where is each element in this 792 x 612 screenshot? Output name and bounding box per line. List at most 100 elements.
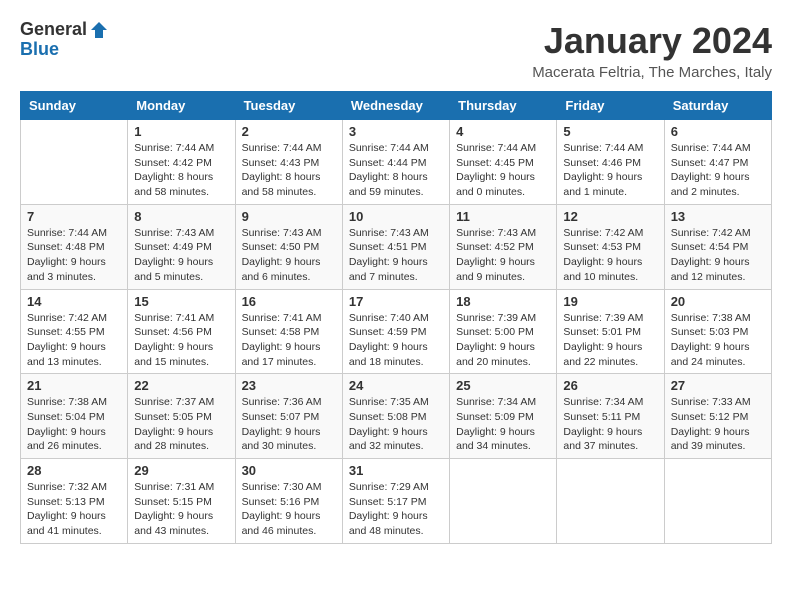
logo-text: General Blue — [20, 20, 109, 60]
day-info: Sunrise: 7:39 AMSunset: 5:01 PMDaylight:… — [563, 311, 657, 370]
day-info: Sunrise: 7:43 AMSunset: 4:52 PMDaylight:… — [456, 226, 550, 285]
day-number: 31 — [349, 463, 443, 478]
calendar-cell: 21 Sunrise: 7:38 AMSunset: 5:04 PMDayligh… — [21, 374, 128, 459]
calendar-cell: 24 Sunrise: 7:35 AMSunset: 5:08 PMDayligh… — [342, 374, 449, 459]
day-info: Sunrise: 7:43 AMSunset: 4:50 PMDaylight:… — [242, 226, 336, 285]
calendar-cell: 19 Sunrise: 7:39 AMSunset: 5:01 PMDayligh… — [557, 289, 664, 374]
logo-blue: Blue — [20, 40, 109, 60]
calendar-cell: 18 Sunrise: 7:39 AMSunset: 5:00 PMDayligh… — [450, 289, 557, 374]
calendar-cell — [664, 459, 771, 544]
calendar-cell: 1 Sunrise: 7:44 AMSunset: 4:42 PMDaylight… — [128, 120, 235, 205]
day-info: Sunrise: 7:30 AMSunset: 5:16 PMDaylight:… — [242, 480, 336, 539]
day-number: 26 — [563, 378, 657, 393]
day-info: Sunrise: 7:43 AMSunset: 4:51 PMDaylight:… — [349, 226, 443, 285]
calendar-cell — [557, 459, 664, 544]
day-number: 11 — [456, 209, 550, 224]
day-number: 18 — [456, 294, 550, 309]
calendar-cell: 12 Sunrise: 7:42 AMSunset: 4:53 PMDayligh… — [557, 204, 664, 289]
day-info: Sunrise: 7:31 AMSunset: 5:15 PMDaylight:… — [134, 480, 228, 539]
day-number: 29 — [134, 463, 228, 478]
day-info: Sunrise: 7:35 AMSunset: 5:08 PMDaylight:… — [349, 395, 443, 454]
day-info: Sunrise: 7:44 AMSunset: 4:45 PMDaylight:… — [456, 141, 550, 200]
calendar-table: SundayMondayTuesdayWednesdayThursdayFrid… — [20, 91, 772, 544]
day-info: Sunrise: 7:39 AMSunset: 5:00 PMDaylight:… — [456, 311, 550, 370]
header-wednesday: Wednesday — [342, 92, 449, 120]
title-section: January 2024 Macerata Feltria, The March… — [532, 20, 772, 81]
calendar-week-1: 7 Sunrise: 7:44 AMSunset: 4:48 PMDaylight… — [21, 204, 772, 289]
day-info: Sunrise: 7:36 AMSunset: 5:07 PMDaylight:… — [242, 395, 336, 454]
day-number: 2 — [242, 124, 336, 139]
day-number: 21 — [27, 378, 121, 393]
day-number: 15 — [134, 294, 228, 309]
day-number: 8 — [134, 209, 228, 224]
calendar-cell: 30Sunrise: 7:30 AMSunset: 5:16 PMDayligh… — [235, 459, 342, 544]
calendar-cell: 29 Sunrise: 7:31 AMSunset: 5:15 PMDayligh… — [128, 459, 235, 544]
page-header: General Blue January 2024 Macerata Feltr… — [20, 20, 772, 81]
calendar-cell: 13 Sunrise: 7:42 AMSunset: 4:54 PMDayligh… — [664, 204, 771, 289]
day-number: 20 — [671, 294, 765, 309]
calendar-week-0: 1 Sunrise: 7:44 AMSunset: 4:42 PMDaylight… — [21, 120, 772, 205]
calendar-cell — [21, 120, 128, 205]
day-number: 7 — [27, 209, 121, 224]
day-info: Sunrise: 7:44 AMSunset: 4:47 PMDaylight:… — [671, 141, 765, 200]
calendar-cell: 25 Sunrise: 7:34 AMSunset: 5:09 PMDayligh… — [450, 374, 557, 459]
day-info: Sunrise: 7:32 AMSunset: 5:13 PMDaylight:… — [27, 480, 121, 539]
logo-general: General — [20, 20, 87, 40]
calendar-cell: 2 Sunrise: 7:44 AMSunset: 4:43 PMDaylight… — [235, 120, 342, 205]
calendar-week-3: 21 Sunrise: 7:38 AMSunset: 5:04 PMDayligh… — [21, 374, 772, 459]
day-info: Sunrise: 7:38 AMSunset: 5:03 PMDaylight:… — [671, 311, 765, 370]
day-number: 6 — [671, 124, 765, 139]
calendar-cell — [450, 459, 557, 544]
day-number: 22 — [134, 378, 228, 393]
day-info: Sunrise: 7:42 AMSunset: 4:54 PMDaylight:… — [671, 226, 765, 285]
calendar-cell: 3 Sunrise: 7:44 AMSunset: 4:44 PMDaylight… — [342, 120, 449, 205]
day-number: 27 — [671, 378, 765, 393]
calendar-cell: 31 Sunrise: 7:29 AMSunset: 5:17 PMDayligh… — [342, 459, 449, 544]
day-info: Sunrise: 7:34 AMSunset: 5:11 PMDaylight:… — [563, 395, 657, 454]
day-number: 3 — [349, 124, 443, 139]
day-number: 13 — [671, 209, 765, 224]
day-info: Sunrise: 7:44 AMSunset: 4:44 PMDaylight:… — [349, 141, 443, 200]
day-info: Sunrise: 7:42 AMSunset: 4:55 PMDaylight:… — [27, 311, 121, 370]
day-number: 19 — [563, 294, 657, 309]
calendar-cell: 11 Sunrise: 7:43 AMSunset: 4:52 PMDayligh… — [450, 204, 557, 289]
header-friday: Friday — [557, 92, 664, 120]
calendar-cell: 14 Sunrise: 7:42 AMSunset: 4:55 PMDayligh… — [21, 289, 128, 374]
day-info: Sunrise: 7:37 AMSunset: 5:05 PMDaylight:… — [134, 395, 228, 454]
day-number: 16 — [242, 294, 336, 309]
day-info: Sunrise: 7:44 AMSunset: 4:48 PMDaylight:… — [27, 226, 121, 285]
day-number: 23 — [242, 378, 336, 393]
calendar-cell: 26 Sunrise: 7:34 AMSunset: 5:11 PMDayligh… — [557, 374, 664, 459]
day-number: 12 — [563, 209, 657, 224]
day-info: Sunrise: 7:44 AMSunset: 4:42 PMDaylight:… — [134, 141, 228, 200]
calendar-cell: 6 Sunrise: 7:44 AMSunset: 4:47 PMDaylight… — [664, 120, 771, 205]
day-info: Sunrise: 7:29 AMSunset: 5:17 PMDaylight:… — [349, 480, 443, 539]
header-thursday: Thursday — [450, 92, 557, 120]
day-info: Sunrise: 7:42 AMSunset: 4:53 PMDaylight:… — [563, 226, 657, 285]
day-number: 24 — [349, 378, 443, 393]
calendar-cell: 17Sunrise: 7:40 AMSunset: 4:59 PMDayligh… — [342, 289, 449, 374]
calendar-cell: 23 Sunrise: 7:36 AMSunset: 5:07 PMDayligh… — [235, 374, 342, 459]
calendar-cell: 5 Sunrise: 7:44 AMSunset: 4:46 PMDaylight… — [557, 120, 664, 205]
day-number: 5 — [563, 124, 657, 139]
header-tuesday: Tuesday — [235, 92, 342, 120]
day-number: 17 — [349, 294, 443, 309]
day-number: 25 — [456, 378, 550, 393]
day-info: Sunrise: 7:38 AMSunset: 5:04 PMDaylight:… — [27, 395, 121, 454]
calendar-cell: 20 Sunrise: 7:38 AMSunset: 5:03 PMDayligh… — [664, 289, 771, 374]
day-info: Sunrise: 7:34 AMSunset: 5:09 PMDaylight:… — [456, 395, 550, 454]
day-number: 1 — [134, 124, 228, 139]
header-monday: Monday — [128, 92, 235, 120]
logo-icon — [89, 20, 109, 40]
calendar-cell: 7 Sunrise: 7:44 AMSunset: 4:48 PMDaylight… — [21, 204, 128, 289]
day-number: 4 — [456, 124, 550, 139]
day-info: Sunrise: 7:44 AMSunset: 4:43 PMDaylight:… — [242, 141, 336, 200]
day-number: 10 — [349, 209, 443, 224]
day-info: Sunrise: 7:33 AMSunset: 5:12 PMDaylight:… — [671, 395, 765, 454]
day-info: Sunrise: 7:43 AMSunset: 4:49 PMDaylight:… — [134, 226, 228, 285]
logo: General Blue — [20, 20, 109, 60]
day-number: 14 — [27, 294, 121, 309]
day-info: Sunrise: 7:44 AMSunset: 4:46 PMDaylight:… — [563, 141, 657, 200]
calendar-cell: 10 Sunrise: 7:43 AMSunset: 4:51 PMDayligh… — [342, 204, 449, 289]
calendar-cell: 15Sunrise: 7:41 AMSunset: 4:56 PMDayligh… — [128, 289, 235, 374]
